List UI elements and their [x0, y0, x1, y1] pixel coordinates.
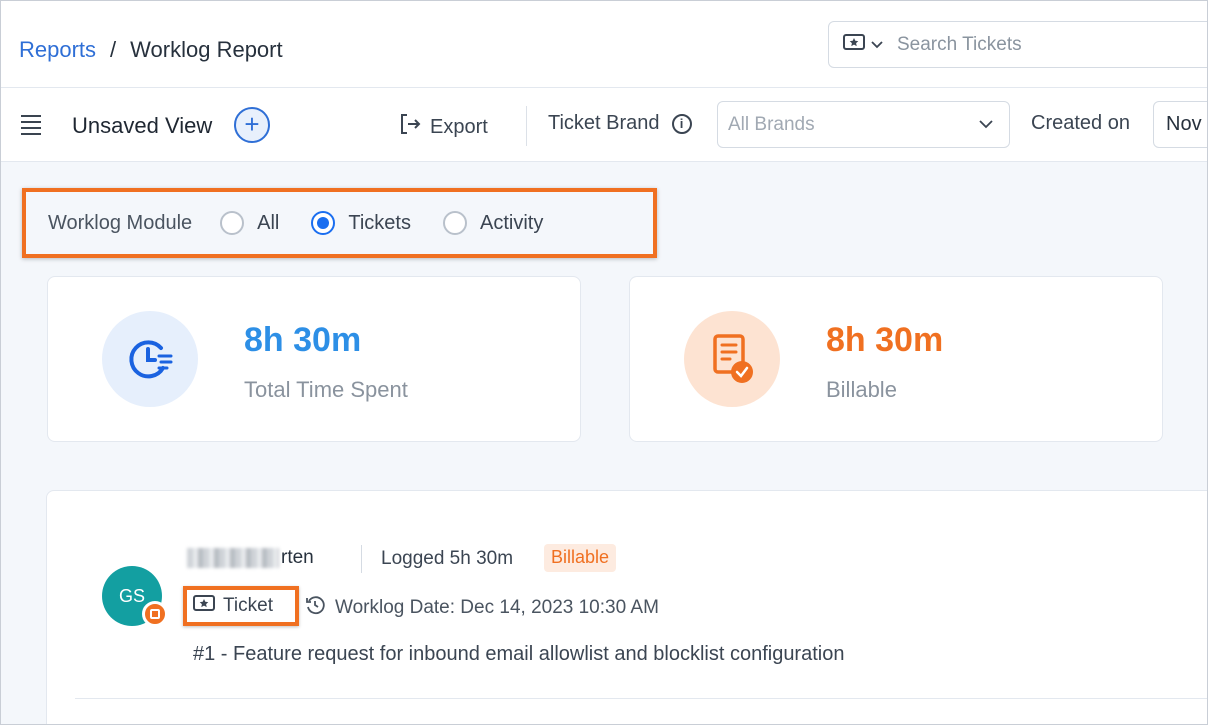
- chevron-down-icon: [979, 116, 993, 134]
- ticket-icon: [843, 34, 865, 55]
- billable-label: Billable: [826, 377, 897, 402]
- worklog-module-selector: Worklog Module All Tickets Activity: [22, 188, 657, 258]
- total-time-card: 8h 30m Total Time Spent: [47, 276, 581, 442]
- radio-unchecked-icon[interactable]: [220, 211, 245, 235]
- export-button[interactable]: Export: [398, 112, 488, 142]
- add-view-button[interactable]: +: [234, 107, 270, 143]
- billable-document-icon: [684, 311, 780, 407]
- radio-checked-icon[interactable]: [311, 211, 336, 235]
- export-icon: [398, 112, 422, 142]
- option-label: Activity: [479, 211, 544, 234]
- top-header: Reports / Worklog Report Search Tickets: [0, 0, 1208, 88]
- ticket-type-text: Ticket: [223, 595, 273, 616]
- module-option-tickets[interactable]: Tickets: [311, 211, 411, 235]
- breadcrumb-reports-link[interactable]: Reports: [19, 37, 96, 63]
- created-on-label: Created on: [1031, 112, 1130, 134]
- brand-select[interactable]: All Brands: [717, 101, 1010, 148]
- search-type-dropdown[interactable]: [829, 34, 897, 55]
- total-time-label: Total Time Spent: [244, 377, 408, 402]
- logged-time: Logged 5h 30m: [381, 548, 514, 569]
- ticket-subject-link[interactable]: #1 - Feature request for inbound email a…: [193, 643, 844, 666]
- total-time-value: 8h 30m: [244, 321, 362, 359]
- radio-unchecked-icon[interactable]: [442, 211, 467, 235]
- ticket-icon: [193, 595, 215, 617]
- ticket-search[interactable]: Search Tickets: [828, 21, 1208, 68]
- entry-divider-vertical: [361, 545, 362, 573]
- worklog-date-text: Worklog Date: Dec 14, 2023 10:30 AM: [335, 597, 659, 618]
- agent-name-text: rten: [281, 547, 314, 568]
- billable-value: 8h 30m: [826, 321, 944, 359]
- agent-badge-icon: [142, 601, 168, 627]
- worklog-module-label: Worklog Module: [48, 211, 193, 234]
- module-option-all[interactable]: All: [220, 211, 279, 235]
- brand-select-value: All Brands: [728, 113, 815, 135]
- ticket-brand-text: Ticket Brand: [548, 112, 660, 134]
- breadcrumb: Reports / Worklog Report: [19, 37, 283, 63]
- agent-name: rten: [187, 547, 314, 569]
- created-on-select[interactable]: Nov: [1153, 101, 1208, 148]
- menu-icon[interactable]: [21, 115, 41, 139]
- history-icon: [305, 595, 325, 621]
- search-input[interactable]: Search Tickets: [897, 34, 1022, 56]
- ticket-type-label: Ticket: [183, 586, 299, 626]
- report-toolbar: Unsaved View + Export Ticket Brand i All…: [0, 88, 1208, 162]
- billable-card: 8h 30m Billable: [629, 276, 1163, 442]
- clock-icon: [102, 311, 198, 407]
- option-label: All: [257, 211, 280, 234]
- toolbar-divider: [526, 106, 527, 146]
- redacted-name: [187, 548, 279, 568]
- worklog-date: Worklog Date: Dec 14, 2023 10:30 AM: [305, 595, 659, 621]
- ticket-brand-label: Ticket Brand i: [548, 112, 692, 135]
- module-option-activity[interactable]: Activity: [442, 211, 544, 235]
- option-label: Tickets: [348, 211, 411, 234]
- worklog-entry[interactable]: GS rten Logged 5h 30m Billable Ticket Wo…: [46, 490, 1208, 725]
- breadcrumb-separator: /: [110, 37, 117, 62]
- page-title: Worklog Report: [130, 37, 283, 62]
- chevron-down-icon: [871, 36, 883, 54]
- info-icon[interactable]: i: [671, 113, 692, 134]
- billable-badge: Billable: [544, 544, 617, 572]
- view-name: Unsaved View: [72, 113, 213, 138]
- entry-divider: [75, 698, 1208, 699]
- export-label: Export: [430, 115, 488, 138]
